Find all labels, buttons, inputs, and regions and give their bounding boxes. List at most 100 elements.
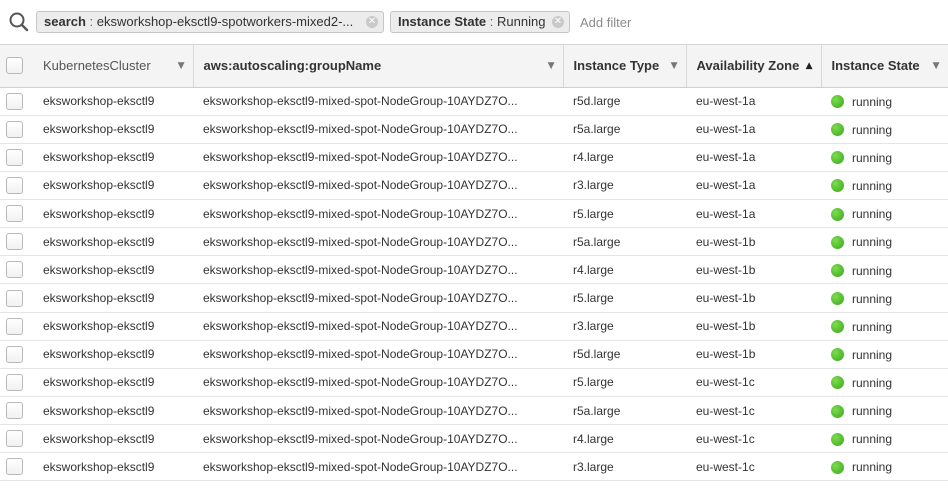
sort-desc-icon[interactable]: ▼	[933, 61, 940, 71]
row-checkbox[interactable]	[6, 289, 23, 307]
row-checkbox[interactable]	[6, 205, 23, 223]
table-row[interactable]: eksworkshop-eksctl9 eksworkshop-eksctl9-m…	[0, 87, 948, 116]
select-all-checkbox[interactable]	[6, 57, 23, 75]
table-row[interactable]: eksworkshop-eksctl9 eksworkshop-eksctl9-m…	[0, 340, 948, 369]
cell-group-name: eksworkshop-eksctl9-mixed-spot-NodeGroup…	[193, 199, 563, 229]
search-icon[interactable]	[7, 10, 31, 34]
table-row[interactable]: eksworkshop-eksctl9 eksworkshop-eksctl9-m…	[0, 171, 948, 201]
row-checkbox[interactable]	[6, 430, 23, 448]
cell-instance-type: r5a.large	[563, 115, 686, 144]
row-checkbox[interactable]	[6, 261, 23, 279]
cell-instance-state: running	[821, 143, 948, 172]
table-row[interactable]: eksworkshop-eksctl9 eksworkshop-eksctl9-m…	[0, 283, 948, 313]
cell-group-name: eksworkshop-eksctl9-mixed-spot-NodeGroup…	[193, 87, 563, 116]
sort-asc-icon[interactable]: ▲	[806, 61, 813, 71]
cell-instance-state: running	[821, 199, 948, 229]
cell-availability-zone: eu-west-1b	[686, 340, 821, 369]
green-dot-icon	[831, 291, 844, 305]
cell-instance-state: running	[821, 171, 948, 201]
cell-availability-zone: eu-west-1c	[686, 452, 821, 482]
cell-kubernetes-cluster: eksworkshop-eksctl9	[33, 199, 193, 229]
cell-instance-state: running	[821, 312, 948, 341]
green-dot-icon	[831, 320, 844, 334]
green-dot-icon	[831, 432, 844, 446]
row-checkbox[interactable]	[6, 458, 23, 476]
row-checkbox[interactable]	[6, 345, 23, 363]
column-header-label: Availability Zone	[696, 58, 800, 74]
row-checkbox[interactable]	[6, 120, 23, 138]
row-select-cell	[0, 452, 33, 482]
instance-state-text: running	[852, 150, 893, 165]
cell-instance-type: r5a.large	[563, 227, 686, 257]
row-checkbox[interactable]	[6, 317, 23, 335]
table-row[interactable]: eksworkshop-eksctl9 eksworkshop-eksctl9-m…	[0, 115, 948, 144]
row-select-cell	[0, 396, 33, 426]
row-checkbox[interactable]	[6, 148, 23, 166]
cell-availability-zone: eu-west-1b	[686, 312, 821, 341]
close-circle-icon[interactable]: ✕	[366, 16, 378, 28]
cell-kubernetes-cluster: eksworkshop-eksctl9	[33, 452, 193, 482]
cell-kubernetes-cluster: eksworkshop-eksctl9	[33, 227, 193, 257]
row-select-cell	[0, 312, 33, 341]
cell-group-name: eksworkshop-eksctl9-mixed-spot-NodeGroup…	[193, 312, 563, 341]
row-select-cell	[0, 283, 33, 313]
column-header-availability-zone[interactable]: Availability Zone ▲	[686, 45, 822, 88]
table-row[interactable]: eksworkshop-eksctl9 eksworkshop-eksctl9-m…	[0, 227, 948, 257]
cell-group-name: eksworkshop-eksctl9-mixed-spot-NodeGroup…	[193, 283, 563, 313]
sort-desc-icon[interactable]: ▼	[548, 61, 555, 71]
add-filter-input[interactable]	[576, 11, 936, 33]
row-select-cell	[0, 87, 33, 116]
cell-group-name: eksworkshop-eksctl9-mixed-spot-NodeGroup…	[193, 143, 563, 172]
row-checkbox[interactable]	[6, 373, 23, 391]
cell-kubernetes-cluster: eksworkshop-eksctl9	[33, 171, 193, 201]
green-dot-icon	[831, 179, 844, 193]
sort-desc-icon[interactable]: ▼	[671, 61, 678, 71]
cell-group-name: eksworkshop-eksctl9-mixed-spot-NodeGroup…	[193, 424, 563, 454]
cell-availability-zone: eu-west-1c	[686, 368, 821, 398]
table-row[interactable]: eksworkshop-eksctl9 eksworkshop-eksctl9-m…	[0, 312, 948, 341]
filter-token-search[interactable]: search : eksworkshop-eksctl9-spotworkers…	[36, 11, 384, 33]
green-dot-icon	[831, 235, 844, 249]
column-header-instance-state[interactable]: Instance State ▼	[821, 45, 948, 88]
row-checkbox[interactable]	[6, 92, 23, 110]
cell-availability-zone: eu-west-1b	[686, 227, 821, 257]
instance-state-text: running	[852, 263, 893, 278]
cell-instance-state: running	[821, 452, 948, 482]
row-checkbox[interactable]	[6, 233, 23, 251]
table-row[interactable]: eksworkshop-eksctl9 eksworkshop-eksctl9-m…	[0, 255, 948, 285]
cell-instance-type: r4.large	[563, 424, 686, 454]
cell-group-name: eksworkshop-eksctl9-mixed-spot-NodeGroup…	[193, 255, 563, 285]
table-row[interactable]: eksworkshop-eksctl9 eksworkshop-eksctl9-m…	[0, 396, 948, 426]
sort-desc-icon[interactable]: ▼	[178, 61, 185, 71]
green-dot-icon	[831, 460, 844, 474]
green-dot-icon	[831, 123, 844, 137]
filter-token-key: search	[44, 14, 86, 29]
cell-kubernetes-cluster: eksworkshop-eksctl9	[33, 424, 193, 454]
cell-kubernetes-cluster: eksworkshop-eksctl9	[33, 255, 193, 285]
cell-group-name: eksworkshop-eksctl9-mixed-spot-NodeGroup…	[193, 452, 563, 482]
column-header-instance-type[interactable]: Instance Type ▼	[563, 45, 687, 88]
cell-instance-state: running	[821, 227, 948, 257]
cell-availability-zone: eu-west-1c	[686, 396, 821, 426]
table-row[interactable]: eksworkshop-eksctl9 eksworkshop-eksctl9-m…	[0, 424, 948, 454]
filter-token-instance-state[interactable]: Instance State : Running ✕	[390, 11, 570, 33]
table-row[interactable]: eksworkshop-eksctl9 eksworkshop-eksctl9-m…	[0, 199, 948, 229]
column-header-kubernetes-cluster[interactable]: KubernetesCluster ▼	[33, 45, 194, 88]
cell-instance-state: running	[821, 340, 948, 369]
close-circle-icon[interactable]: ✕	[552, 16, 564, 28]
table-row[interactable]: eksworkshop-eksctl9 eksworkshop-eksctl9-m…	[0, 368, 948, 398]
column-header-group-name[interactable]: aws:autoscaling:groupName ▼	[193, 45, 564, 88]
cell-kubernetes-cluster: eksworkshop-eksctl9	[33, 396, 193, 426]
table-row[interactable]: eksworkshop-eksctl9 eksworkshop-eksctl9-m…	[0, 143, 948, 172]
cell-availability-zone: eu-west-1b	[686, 255, 821, 285]
row-select-cell	[0, 115, 33, 144]
green-dot-icon	[831, 404, 844, 418]
green-dot-icon	[831, 94, 844, 108]
table-row[interactable]: eksworkshop-eksctl9 eksworkshop-eksctl9-m…	[0, 452, 948, 482]
filter-token-value: Running	[497, 14, 546, 29]
cell-group-name: eksworkshop-eksctl9-mixed-spot-NodeGroup…	[193, 396, 563, 426]
row-checkbox[interactable]	[6, 402, 23, 420]
row-checkbox[interactable]	[6, 176, 23, 194]
cell-instance-type: r3.large	[563, 171, 686, 201]
table-header-row: KubernetesCluster ▼ aws:autoscaling:grou…	[0, 45, 948, 88]
